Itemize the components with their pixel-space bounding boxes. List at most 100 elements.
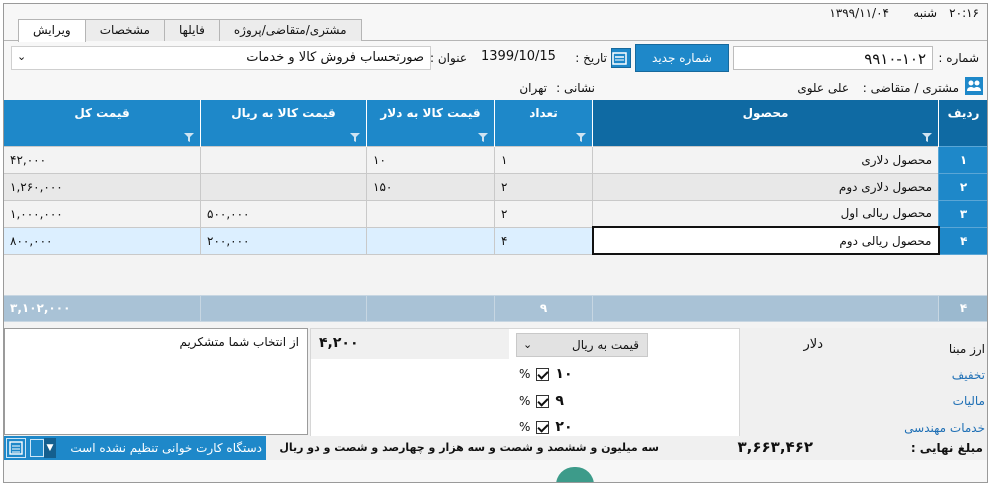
- title-select-value: صورتحساب فروش کالا و خدمات: [246, 50, 424, 65]
- number-label: شماره :: [938, 51, 979, 65]
- rial-price-cell[interactable]: ۵۰۰,۰۰۰: [200, 199, 367, 228]
- calculator-icon[interactable]: [6, 438, 26, 458]
- table-row[interactable]: ۲ محصول دلاری دوم ۲ ۱۵۰ ۱,۲۶۰,۰۰۰: [4, 172, 987, 201]
- invoice-number-field[interactable]: ۹۹۱۰-۱۰۲: [733, 46, 933, 70]
- filter-icon[interactable]: [922, 132, 932, 142]
- usd-price-cell[interactable]: [366, 199, 495, 228]
- title-select[interactable]: صورتحساب فروش کالا و خدمات ⌄: [11, 46, 431, 70]
- new-number-label: شماره جدید: [652, 51, 712, 65]
- tax-checkbox[interactable]: [536, 394, 550, 408]
- summary-panel: ارز مبنا تخفیف مالیات خدمات مهندسی دلار …: [4, 328, 987, 444]
- total-cell: ۸۰۰,۰۰۰: [4, 226, 201, 255]
- filter-icon[interactable]: [350, 132, 360, 142]
- customer-value[interactable]: علی علوی: [797, 81, 849, 95]
- percent-sign: %: [519, 394, 531, 408]
- chevron-down-icon: ⌄: [17, 50, 27, 63]
- table-row[interactable]: ۱ محصول دلاری ۱ ۱۰ ۴۲,۰۰۰: [4, 145, 987, 174]
- percent-sign: %: [519, 367, 531, 381]
- rial-price-cell[interactable]: ۲۰۰,۰۰۰: [200, 226, 367, 255]
- base-currency-label: ارز مبنا: [948, 342, 985, 356]
- totals-row: ۴ ۹ ۳,۱۰۲,۰۰۰: [4, 294, 987, 322]
- product-cell[interactable]: محصول دلاری دوم: [592, 172, 939, 201]
- address-label: نشانی :: [556, 81, 595, 95]
- qty-cell[interactable]: ۱: [494, 145, 593, 174]
- tab-details[interactable]: مشخصات: [84, 19, 165, 41]
- total-cell: ۱,۰۰۰,۰۰۰: [4, 199, 201, 228]
- total-cell: ۱,۲۶۰,۰۰۰: [4, 172, 201, 201]
- tab-customer-project[interactable]: مشتری/متقاضی/پروژه: [218, 19, 362, 41]
- product-cell[interactable]: محصول ریالی اول: [592, 199, 939, 228]
- qty-cell[interactable]: ۲: [494, 199, 593, 228]
- card-reader-bar[interactable]: ▼ دستگاه کارت خوانی تنظیم نشده است: [4, 436, 266, 460]
- row-index-cell: ۳: [938, 199, 987, 228]
- rows-count-total: ۴: [938, 294, 987, 322]
- filter-icon[interactable]: [184, 132, 194, 142]
- final-amount-value: ۳,۶۶۳,۴۶۲: [737, 438, 813, 456]
- address-value: تهران: [519, 81, 547, 95]
- final-amount-words: سه میلیون و ششصد و شصت و سه هزار و چهارص…: [279, 441, 659, 454]
- tab-files[interactable]: فایلها: [163, 19, 220, 41]
- discount-checkbox[interactable]: [536, 367, 550, 381]
- row-index-cell: ۲: [938, 172, 987, 201]
- column-header-product[interactable]: محصول: [592, 100, 939, 146]
- qty-cell[interactable]: ۲: [494, 172, 593, 201]
- adjustments-labels: ارز مبنا تخفیف مالیات خدمات مهندسی دلار: [741, 328, 987, 444]
- column-header-total[interactable]: قیمت کل: [4, 100, 201, 146]
- engineering-percent-row: % ۲۰: [519, 416, 605, 438]
- date-text: ۱۳۹۹/۱۱/۰۴: [829, 6, 889, 20]
- filter-icon[interactable]: [478, 132, 488, 142]
- day-name-text: شنبه: [913, 6, 937, 20]
- card-reader-status: دستگاه کارت خوانی تنظیم نشده است: [70, 441, 262, 455]
- filter-icon[interactable]: [576, 132, 586, 142]
- dropdown-arrow-icon[interactable]: ▼: [44, 438, 56, 458]
- base-amount-value: ۴,۲۰۰: [311, 329, 509, 359]
- new-number-button[interactable]: شماره جدید: [635, 44, 729, 72]
- invoice-window: ۲۰:۱۶ شنبه ۱۳۹۹/۱۱/۰۴ ویرایش مشخصات فایل…: [3, 3, 988, 483]
- product-cell[interactable]: محصول دلاری: [592, 145, 939, 174]
- totals-product-cell: [592, 294, 939, 322]
- engineering-checkbox[interactable]: [536, 420, 550, 434]
- title-label: عنوان :: [430, 51, 467, 65]
- date-label: تاریخ :: [575, 51, 607, 65]
- grid-empty-space: [4, 254, 987, 295]
- table-row-selected[interactable]: ۴ محصول ریالی دوم ۴ ۲۰۰,۰۰۰ ۸۰۰,۰۰۰: [4, 226, 987, 255]
- discount-link[interactable]: تخفیف: [952, 368, 985, 382]
- discount-percent-value[interactable]: ۱۰: [555, 366, 572, 382]
- tab-bar: ویرایش مشخصات فایلها مشتری/متقاضی/پروژه: [18, 19, 362, 42]
- invoice-header: شماره : ۹۹۱۰-۱۰۲ شماره جدید تاریخ : 1399…: [4, 43, 987, 99]
- row-index-cell: ۴: [938, 226, 987, 255]
- calculation-area: ۴,۲۰۰ قیمت به ریال ⌄ % ۱۰ % ۹ % ۲۰: [310, 328, 740, 438]
- customer-icon[interactable]: [965, 77, 983, 95]
- table-row[interactable]: ۳ محصول ریالی اول ۲ ۵۰۰,۰۰۰ ۱,۰۰۰,۰۰۰: [4, 199, 987, 228]
- final-amount-bar: مبلغ نهایی : ۳,۶۶۳,۴۶۲ سه میلیون و ششصد …: [4, 436, 987, 460]
- total-cell: ۴۲,۰۰۰: [4, 145, 201, 174]
- column-header-row-index[interactable]: ردیف: [938, 100, 987, 146]
- totals-usd-cell: [366, 294, 495, 322]
- column-header-qty[interactable]: تعداد: [494, 100, 593, 146]
- usd-price-cell[interactable]: ۱۵۰: [366, 172, 495, 201]
- tax-link[interactable]: مالیات: [953, 394, 985, 408]
- calendar-icon[interactable]: [611, 48, 631, 68]
- price-mode-select[interactable]: قیمت به ریال ⌄: [516, 333, 648, 357]
- column-header-usd-price[interactable]: قیمت کالا به دلار: [366, 100, 495, 146]
- invoice-note-field[interactable]: از انتخاب شما متشکریم: [4, 328, 308, 435]
- chevron-down-icon: ⌄: [523, 338, 533, 351]
- base-currency-value[interactable]: دلار: [741, 334, 829, 358]
- card-reader-icon: [30, 439, 44, 457]
- engineering-percent-value[interactable]: ۲۰: [555, 419, 572, 435]
- engineering-services-link[interactable]: خدمات مهندسی: [904, 421, 985, 435]
- rial-price-cell[interactable]: [200, 172, 367, 201]
- qty-cell[interactable]: ۴: [494, 226, 593, 255]
- usd-price-cell[interactable]: ۱۰: [366, 145, 495, 174]
- discount-percent-row: % ۱۰: [519, 363, 605, 385]
- product-cell-editing[interactable]: محصول ریالی دوم: [591, 226, 940, 255]
- column-header-rial-price[interactable]: قیمت کالا به ریال: [200, 100, 367, 146]
- usd-price-cell[interactable]: [366, 226, 495, 255]
- rial-price-cell[interactable]: [200, 145, 367, 174]
- date-field[interactable]: 1399/10/15: [475, 46, 567, 70]
- clock-text: ۲۰:۱۶: [949, 6, 979, 20]
- invoice-note-text: از انتخاب شما متشکریم: [179, 335, 299, 349]
- tab-edit[interactable]: ویرایش: [18, 19, 86, 42]
- tax-percent-value[interactable]: ۹: [555, 393, 564, 409]
- floating-action-icon[interactable]: [556, 467, 594, 482]
